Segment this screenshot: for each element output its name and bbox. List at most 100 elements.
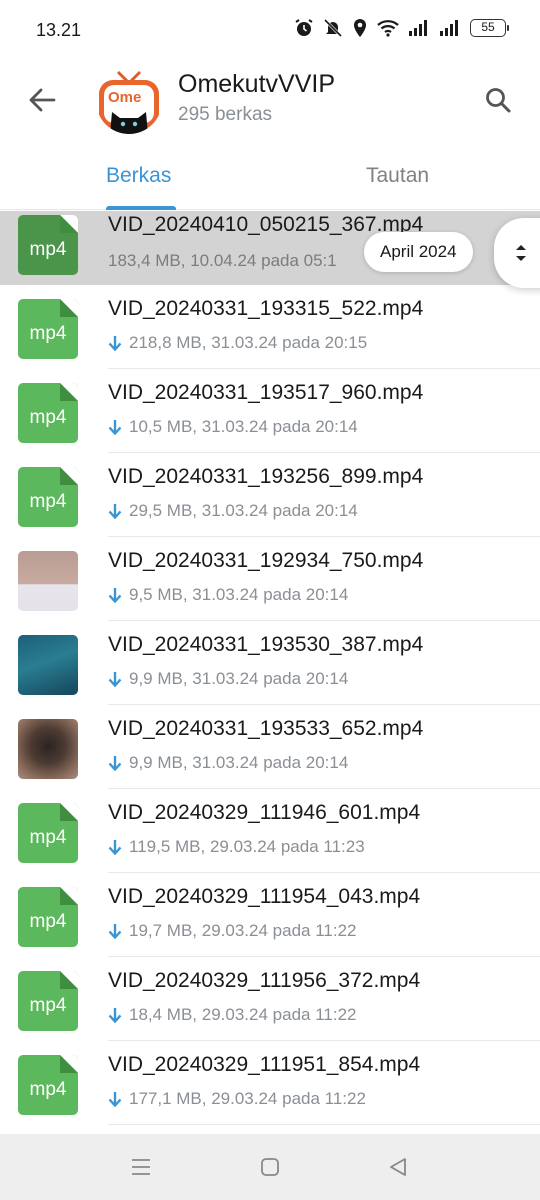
file-name: VID_20240329_111954_043.mp4 xyxy=(108,885,421,908)
file-meta: 10,5 MB, 31.03.24 pada 20:14 xyxy=(108,417,358,437)
file-row[interactable]: mp4 VID_20240331_193256_899.mp4 29,5 MB, 3… xyxy=(0,453,540,537)
signal-icon xyxy=(409,20,427,36)
home-button[interactable] xyxy=(256,1154,284,1180)
arrow-down-icon xyxy=(108,756,122,771)
file-name: VID_20240331_193533_652.mp4 xyxy=(108,717,424,740)
file-row[interactable]: VID_20240331_192934_750.mp4 9,5 MB, 31.03… xyxy=(0,537,540,621)
signal-icon xyxy=(440,20,458,36)
battery-icon: 55 xyxy=(470,19,509,37)
file-row[interactable]: mp4 VID_20240329_111951_854.mp4 177,1 MB, … xyxy=(0,1041,540,1125)
arrow-down-icon xyxy=(108,924,122,939)
file-meta-text: 177,1 MB, 29.03.24 pada 11:22 xyxy=(129,1089,366,1108)
file-meta: 29,5 MB, 31.03.24 pada 20:14 xyxy=(108,501,358,521)
file-type-icon[interactable]: mp4 xyxy=(18,887,78,947)
file-meta: 177,1 MB, 29.03.24 pada 11:22 xyxy=(108,1089,366,1109)
file-name: VID_20240331_193517_960.mp4 xyxy=(108,381,424,404)
file-meta-text: 183,4 MB, 10.04.24 pada 05:1 xyxy=(108,251,337,270)
file-meta: 183,4 MB, 10.04.24 pada 05:1 xyxy=(108,251,337,271)
arrow-down-icon xyxy=(108,840,122,855)
system-back-button[interactable] xyxy=(384,1154,412,1180)
file-row[interactable]: VID_20240331_193533_652.mp4 9,9 MB, 31.03… xyxy=(0,705,540,789)
menu-icon xyxy=(132,1159,150,1175)
arrow-down-icon xyxy=(108,1092,122,1107)
avatar-logo-text: Ome xyxy=(108,89,141,106)
chevron-up-down-icon xyxy=(516,245,526,261)
file-meta-text: 9,9 MB, 31.03.24 pada 20:14 xyxy=(129,753,349,772)
arrow-down-icon xyxy=(108,504,122,519)
file-meta: 18,4 MB, 29.03.24 pada 11:22 xyxy=(108,1005,356,1025)
file-meta: 9,5 MB, 31.03.24 pada 20:14 xyxy=(108,585,348,605)
arrow-down-icon xyxy=(108,672,122,687)
file-name: VID_20240329_111946_601.mp4 xyxy=(108,801,421,824)
search-button[interactable] xyxy=(476,78,520,122)
file-meta-text: 18,4 MB, 29.03.24 pada 11:22 xyxy=(129,1005,357,1024)
file-meta-text: 119,5 MB, 29.03.24 pada 11:23 xyxy=(129,837,365,856)
search-icon xyxy=(486,88,511,113)
arrow-down-icon xyxy=(108,1008,122,1023)
file-type-icon[interactable]: mp4 xyxy=(18,467,78,527)
status-time: 13.21 xyxy=(36,20,82,40)
file-name: VID_20240329_111956_372.mp4 xyxy=(108,969,421,992)
mute-bell-icon xyxy=(323,18,343,38)
file-row[interactable]: mp4 VID_20240331_193517_960.mp4 10,5 MB, 3… xyxy=(0,369,540,453)
location-icon xyxy=(354,19,366,37)
wifi-icon xyxy=(377,20,399,37)
file-type-icon[interactable]: mp4 xyxy=(18,383,78,443)
file-meta: 9,9 MB, 31.03.24 pada 20:14 xyxy=(108,669,348,689)
tab-links[interactable]: Tautan xyxy=(366,164,429,188)
file-row[interactable]: mp4 VID_20240329_111946_601.mp4 119,5 MB, … xyxy=(0,789,540,873)
home-square-icon xyxy=(261,1158,279,1176)
file-type-icon[interactable]: mp4 xyxy=(18,215,78,275)
row-divider xyxy=(108,1124,540,1125)
file-meta-text: 10,5 MB, 31.03.24 pada 20:14 xyxy=(129,417,358,436)
video-thumbnail[interactable] xyxy=(18,635,78,695)
file-name: VID_20240329_111951_854.mp4 xyxy=(108,1053,421,1076)
alarm-icon xyxy=(295,19,313,36)
arrow-down-icon xyxy=(108,336,122,351)
file-meta: 218,8 MB, 31.03.24 pada 20:15 xyxy=(108,333,367,353)
file-type-icon[interactable]: mp4 xyxy=(18,1055,78,1115)
video-thumbnail[interactable] xyxy=(18,719,78,779)
file-meta-text: 218,8 MB, 31.03.24 pada 20:15 xyxy=(129,333,368,352)
channel-title: OmekutvVVIP xyxy=(178,70,335,98)
file-type-icon[interactable]: mp4 xyxy=(18,299,78,359)
tab-files[interactable]: Berkas xyxy=(106,164,171,188)
file-list: mp4 VID_20240410_050215_367.mp4 183,4 MB, … xyxy=(0,211,540,1125)
back-button[interactable] xyxy=(22,80,62,120)
date-indicator: April 2024 xyxy=(364,232,473,272)
file-meta-text: 29,5 MB, 31.03.24 pada 20:14 xyxy=(129,501,358,520)
file-row[interactable]: VID_20240331_193530_387.mp4 9,9 MB, 31.03… xyxy=(0,621,540,705)
file-name: VID_20240331_192934_750.mp4 xyxy=(108,549,424,572)
file-name: VID_20240331_193530_387.mp4 xyxy=(108,633,424,656)
recents-button[interactable] xyxy=(127,1154,155,1180)
media-tabs: Berkas Tautan xyxy=(0,150,540,210)
status-bar: 13.21 55 xyxy=(0,0,540,62)
file-row[interactable]: mp4 VID_20240329_111956_372.mp4 18,4 MB, 2… xyxy=(0,957,540,1041)
status-icons: 55 xyxy=(294,18,509,38)
file-meta: 9,9 MB, 31.03.24 pada 20:14 xyxy=(108,753,348,773)
video-thumbnail[interactable] xyxy=(18,551,78,611)
arrow-down-icon xyxy=(108,588,122,603)
arrow-left-icon xyxy=(29,88,56,112)
file-ext-label: mp4 xyxy=(29,323,67,344)
file-meta: 119,5 MB, 29.03.24 pada 11:23 xyxy=(108,837,365,857)
file-name: VID_20240331_193256_899.mp4 xyxy=(108,465,424,488)
file-type-icon[interactable]: mp4 xyxy=(18,971,78,1031)
file-count: 295 berkas xyxy=(178,104,273,125)
channel-avatar[interactable]: Ome xyxy=(96,68,162,134)
file-type-icon[interactable]: mp4 xyxy=(18,803,78,863)
back-triangle-icon xyxy=(390,1158,406,1176)
file-row[interactable]: mp4 VID_20240329_111954_043.mp4 19,7 MB, 2… xyxy=(0,873,540,957)
tv-logo-icon: Ome xyxy=(99,70,159,134)
active-tab-indicator xyxy=(106,206,176,210)
arrow-down-icon xyxy=(108,420,122,435)
file-ext-label: mp4 xyxy=(29,995,67,1016)
file-meta-text: 9,5 MB, 31.03.24 pada 20:14 xyxy=(129,585,349,604)
file-ext-label: mp4 xyxy=(29,911,67,932)
file-meta-text: 9,9 MB, 31.03.24 pada 20:14 xyxy=(129,669,349,688)
file-ext-label: mp4 xyxy=(29,239,67,260)
file-row[interactable]: mp4 VID_20240331_193315_522.mp4 218,8 MB, … xyxy=(0,285,540,369)
file-meta: 19,7 MB, 29.03.24 pada 11:22 xyxy=(108,921,356,941)
file-ext-label: mp4 xyxy=(29,407,67,428)
fast-scroll-handle[interactable] xyxy=(494,218,540,288)
